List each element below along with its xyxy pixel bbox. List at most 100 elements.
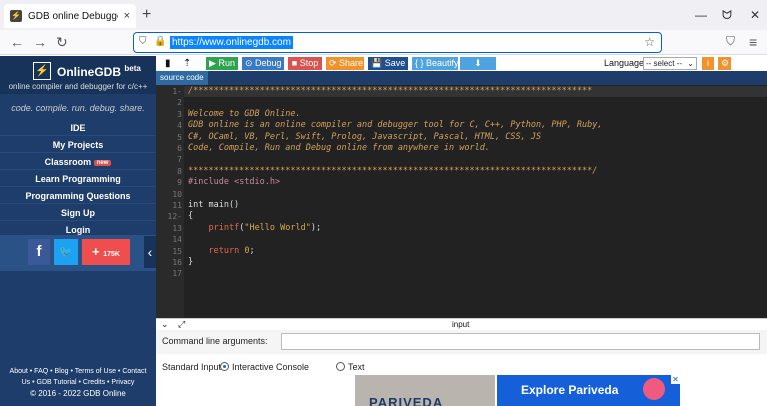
chevron-down-icon: ⌄	[687, 59, 694, 68]
reload-icon[interactable]: ↻	[56, 34, 68, 51]
code-line: /***************************************…	[188, 86, 593, 96]
code-line: Welcome to GDB Online.	[188, 108, 301, 119]
code-line: GDB online is an online compiler and deb…	[188, 120, 603, 131]
download-button[interactable]: ⬇	[460, 57, 496, 70]
code-line: C#, OCaml, VB, Perl, Swift, Prolog, Java…	[188, 131, 542, 142]
lightning-icon: ⚡	[33, 62, 51, 80]
advertisement[interactable]: PARIVEDA Explore Pariveda ✕	[355, 375, 680, 406]
browser-toolbar: ← → ↻ ⛉ 🔒 https://www.onlinegdb.com ☆ ⛉ …	[0, 30, 767, 55]
shield-icon[interactable]: ⛉	[139, 36, 147, 47]
line-number: 4	[177, 121, 182, 131]
language-select-value: -- select --	[646, 59, 682, 68]
args-input[interactable]	[281, 333, 760, 350]
line-number: 6	[177, 144, 182, 153]
line-number: 14	[172, 235, 182, 245]
twitter-icon[interactable]: 🐦	[54, 239, 78, 265]
copyright: © 2016 - 2022 GDB Online	[30, 389, 126, 398]
expand-panel-icon[interactable]: ⤢	[178, 319, 185, 330]
line-number: 10	[172, 189, 182, 199]
ad-banner[interactable]: Explore Pariveda	[497, 375, 680, 406]
info-icon[interactable]: i	[702, 57, 714, 70]
line-number: 16	[172, 258, 182, 267]
args-row: Command line arguments:	[156, 330, 767, 354]
nav-item-classroom[interactable]: Classroom new	[0, 154, 156, 170]
lock-icon[interactable]: 🔒	[154, 36, 166, 47]
share-count-button[interactable]: + 175K	[82, 239, 130, 265]
stop-button[interactable]: ■ Stop	[288, 57, 322, 70]
run-button[interactable]: ▶ Run	[206, 57, 238, 70]
radio-interactive-console[interactable]	[220, 362, 229, 371]
line-number: 1-	[172, 87, 182, 96]
line-number-gutter: 1- 2 3 4 5 6 7 8 9 10 11 12- 13 14 15 16 1…	[156, 85, 184, 318]
file-tab-bar: source code	[156, 71, 767, 85]
footer: About • FAQ • Blog • Terms of Use • Cont…	[0, 366, 156, 399]
tab-close-icon[interactable]: ×	[124, 10, 130, 22]
code-line: }	[188, 257, 194, 267]
line-number: 3	[177, 109, 182, 119]
bookmark-star-icon[interactable]: ☆	[644, 35, 655, 49]
settings-gear-icon[interactable]: ⚙	[718, 57, 731, 70]
address-bar[interactable]: ⛉ 🔒 https://www.onlinegdb.com ☆	[133, 32, 662, 53]
new-tab-icon[interactable]: +	[142, 6, 151, 24]
stdin-row: Standard Input: Interactive Console Text	[156, 360, 767, 374]
line-number: 7	[177, 155, 182, 165]
beautify-button[interactable]: { } Beautify	[412, 57, 459, 70]
pocket-icon[interactable]: ⛉	[726, 34, 735, 49]
language-select[interactable]: -- select -- ⌄	[643, 57, 697, 70]
beta-label: beta	[124, 64, 141, 73]
debug-button[interactable]: ⊙ Debug	[242, 57, 284, 70]
line-number: 9	[177, 178, 182, 188]
browser-tab-bar: ⚡ GDB online Debugger | Compile × + — ᗢ …	[0, 0, 767, 30]
line-number: 17	[172, 269, 182, 279]
brand-logo[interactable]: ⚡ OnlineGDB beta online compiler and deb…	[0, 56, 156, 94]
collapse-sidebar-icon[interactable]: ‹	[144, 236, 156, 268]
minimize-icon[interactable]: —	[695, 8, 707, 22]
ad-close-icon[interactable]: ✕	[671, 375, 680, 384]
share-button[interactable]: ⟳ Share	[326, 57, 364, 70]
radio-text[interactable]	[336, 362, 345, 371]
nav-item-my-projects[interactable]: My Projects	[0, 137, 156, 153]
menu-icon[interactable]: ≡	[749, 34, 757, 50]
gdb-favicon-icon: ⚡	[10, 10, 22, 22]
back-arrow-icon[interactable]: ←	[10, 34, 24, 50]
browser-tab[interactable]: ⚡ GDB online Debugger | Compile ×	[4, 4, 136, 28]
line-number: 15	[172, 246, 182, 256]
nav-item-sign-up[interactable]: Sign Up	[0, 205, 156, 221]
maximize-icon[interactable]: ᗢ	[722, 8, 732, 23]
code-line: #include <stdio.h>	[188, 177, 281, 188]
code-line: int main()	[188, 200, 240, 210]
code-line: printf("Hello World");	[208, 222, 322, 233]
nav-item-programming-questions[interactable]: Programming Questions	[0, 188, 156, 204]
nav-item-ide[interactable]: IDE	[0, 120, 156, 136]
upload-icon[interactable]: ⇡	[180, 57, 194, 70]
code-line: {	[188, 211, 194, 222]
nav-item-classroom-label: Classroom	[44, 157, 92, 167]
ad-photo: PARIVEDA	[355, 375, 495, 406]
code-line: ****************************************…	[188, 165, 598, 176]
new-file-icon[interactable]: ▮	[162, 57, 174, 70]
url-text[interactable]: https://www.onlinegdb.com	[170, 36, 293, 49]
tab-source-code[interactable]: source code	[156, 71, 208, 85]
ad-brand: PARIVEDA	[369, 395, 444, 406]
sidebar: ⚡ OnlineGDB beta online compiler and deb…	[0, 56, 156, 406]
motto: code. compile. run. debug. share.	[11, 103, 145, 113]
save-button[interactable]: 💾 Save	[368, 57, 408, 70]
line-number: 12-	[167, 212, 182, 222]
footer-links-2[interactable]: Us • GDB Tutorial • Credits • Privacy	[0, 377, 156, 388]
window-close-icon[interactable]: ✕	[750, 8, 760, 22]
brand-tagline: online compiler and debugger for c/c++	[8, 82, 148, 91]
collapse-panel-icon[interactable]: ⌄	[161, 319, 169, 330]
code-line: return 0;	[208, 245, 255, 256]
nav-item-learn-programming[interactable]: Learn Programming	[0, 171, 156, 187]
footer-links-1[interactable]: About • FAQ • Blog • Terms of Use • Cont…	[0, 366, 156, 377]
editor-toolbar: ▮ ⇡ ▶ Run ⊙ Debug ■ Stop ⟳ Share 💾 Save …	[156, 56, 767, 71]
code-editor[interactable]: 1- 2 3 4 5 6 7 8 9 10 11 12- 13 14 15 16 1…	[156, 85, 767, 318]
forward-arrow-icon[interactable]: →	[33, 34, 47, 50]
line-number: 2	[177, 98, 182, 108]
args-label: Command line arguments:	[162, 336, 268, 346]
facebook-icon[interactable]: f	[28, 239, 50, 265]
line-number: 5	[177, 132, 182, 142]
code-line: Code, Compile, Run and Debug online from…	[188, 143, 490, 153]
interactive-console-label: Interactive Console	[232, 362, 310, 372]
line-number: 11	[172, 201, 182, 210]
